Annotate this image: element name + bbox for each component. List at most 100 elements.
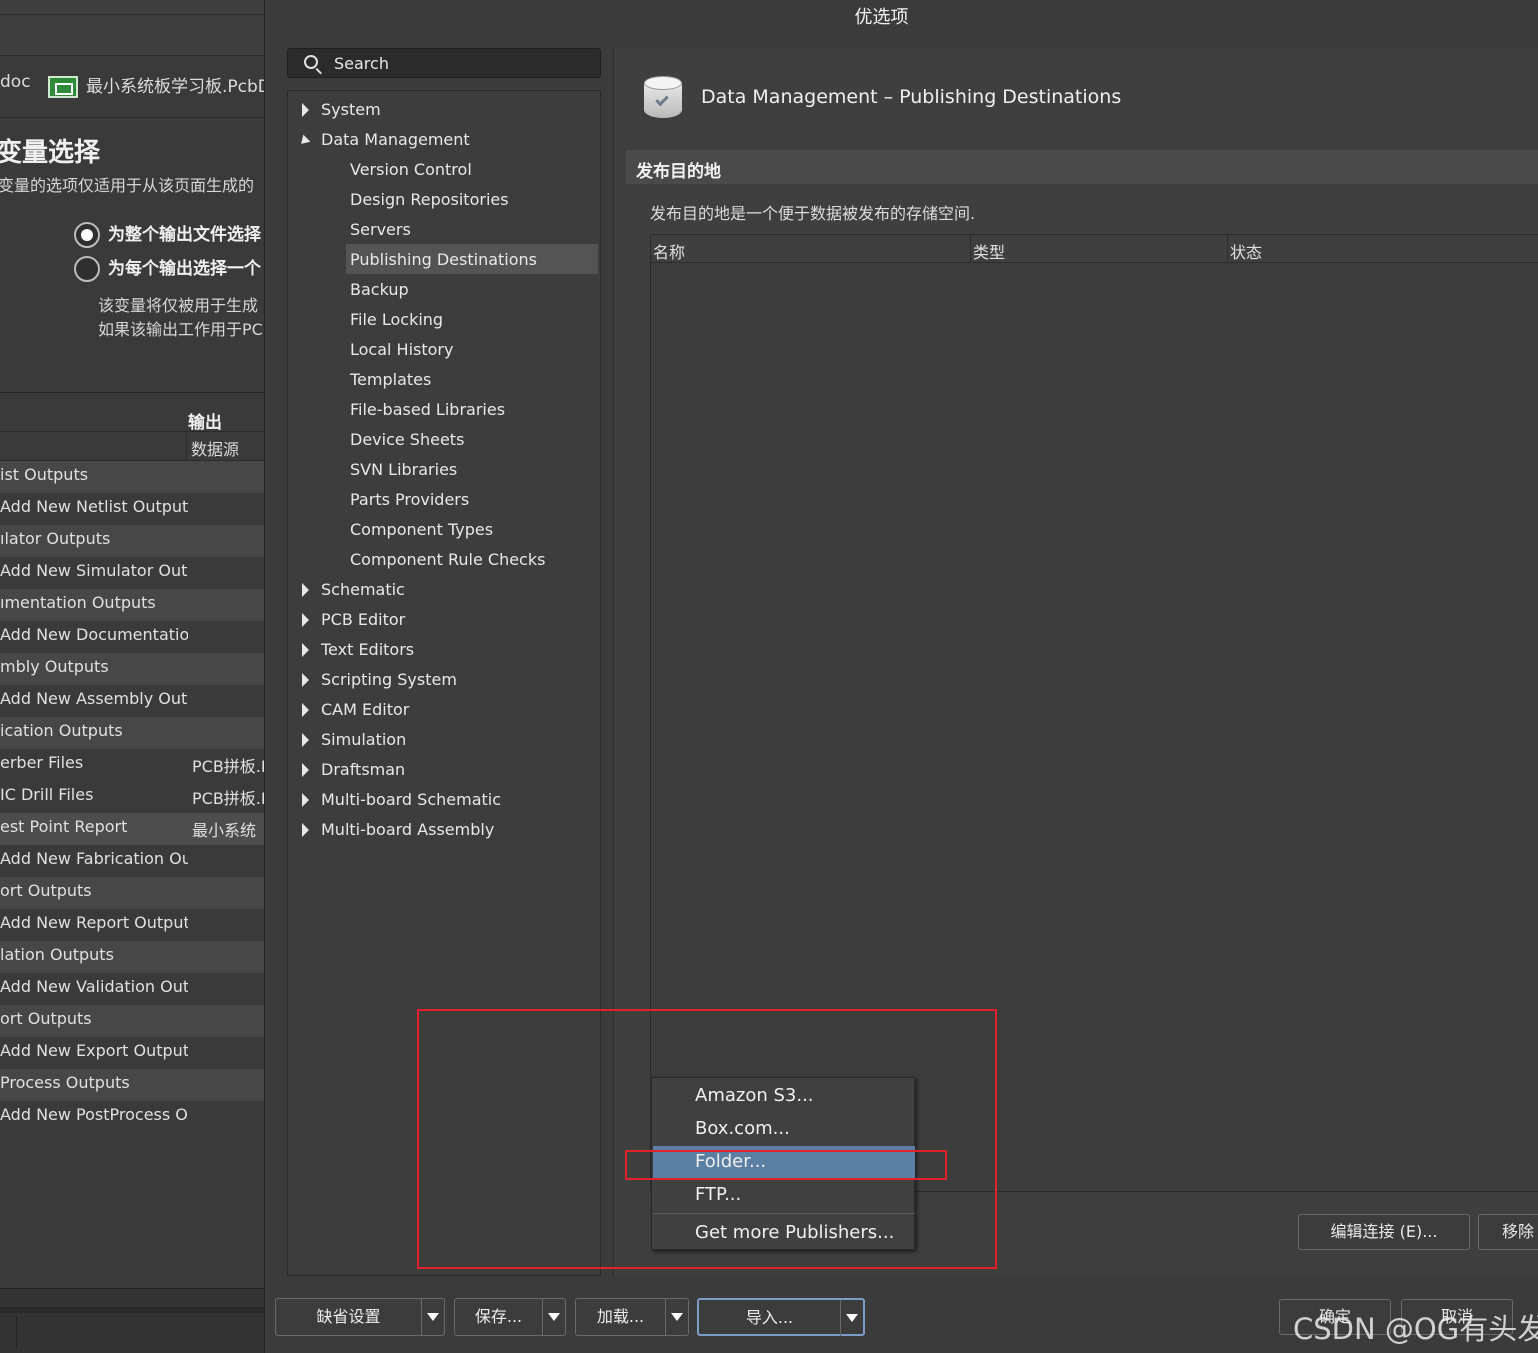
output-row[interactable]: Add New Validation Outp (0, 973, 264, 1005)
output-row[interactable]: ist Outputs (0, 461, 264, 493)
tree-item-templates[interactable]: Templates (346, 364, 598, 394)
annotation-folder-box (625, 1150, 947, 1180)
save-dropdown[interactable] (543, 1299, 565, 1335)
output-row[interactable]: ication Outputs (0, 717, 264, 749)
output-row-label: Add New Simulator Outp (0, 561, 188, 580)
output-row[interactable]: est Point Report 最小系统 (0, 813, 264, 845)
chevron-down-icon (548, 1313, 560, 1321)
load-button[interactable]: 加载... (576, 1299, 666, 1335)
import-button[interactable]: 导入... (699, 1300, 841, 1336)
tree-item-multi-board-schematic[interactable]: Multi-board Schematic (288, 784, 598, 814)
doc-tab-pcb[interactable]: 最小系统板学习板.PcbD (48, 72, 264, 98)
collapse-arrow-icon[interactable] (302, 823, 309, 837)
save-button[interactable]: 保存... (455, 1299, 543, 1335)
tree-item-label: Publishing Destinations (350, 250, 538, 269)
tree-item-design-repositories[interactable]: Design Repositories (346, 184, 598, 214)
load-split-button[interactable]: 加载... (575, 1298, 689, 1336)
output-row[interactable]: ort Outputs (0, 1005, 264, 1037)
tree-item-system[interactable]: System (288, 94, 598, 124)
output-row-label: Add New Fabrication Out (0, 849, 188, 868)
collapse-arrow-icon[interactable] (302, 703, 309, 717)
expand-arrow-icon[interactable] (297, 134, 311, 148)
output-row[interactable]: ımentation Outputs (0, 589, 264, 621)
output-row[interactable]: Add New Simulator Outp (0, 557, 264, 589)
horizontal-scrollbar[interactable] (0, 1307, 264, 1313)
variant-heading: 变量选择 (0, 138, 101, 168)
document-tab-bar: doc 最小系统板学习板.PcbD (0, 56, 264, 118)
search-input[interactable] (334, 52, 594, 74)
tree-item-schematic[interactable]: Schematic (288, 574, 598, 604)
tree-item-svn-libraries[interactable]: SVN Libraries (346, 454, 598, 484)
tree-item-label: Component Types (350, 520, 494, 539)
tree-item-backup[interactable]: Backup (346, 274, 598, 304)
search-box[interactable] (287, 48, 601, 78)
search-icon (304, 55, 318, 69)
edit-connection-button[interactable]: 编辑连接 (E)... (1298, 1214, 1470, 1250)
tree-item-multi-board-assembly[interactable]: Multi-board Assembly (288, 814, 598, 844)
output-row[interactable]: Add New Fabrication Out (0, 845, 264, 877)
import-dropdown[interactable] (841, 1300, 863, 1336)
tree-item-pcb-editor[interactable]: PCB Editor (288, 604, 598, 634)
tree-item-label: Text Editors (321, 640, 415, 659)
tree-item-draftsman[interactable]: Draftsman (288, 754, 598, 784)
output-row-source: PCB拼板.I (192, 757, 265, 776)
tree-item-scripting-system[interactable]: Scripting System (288, 664, 598, 694)
defaults-dropdown[interactable] (422, 1299, 444, 1335)
tree-item-component-rule-checks[interactable]: Component Rule Checks (346, 544, 598, 574)
output-row[interactable]: ort Outputs (0, 877, 264, 909)
output-row[interactable]: Add New Documentation (0, 621, 264, 653)
column-status-header[interactable]: 状态 (1230, 239, 1262, 263)
output-row[interactable]: lation Outputs (0, 941, 264, 973)
load-dropdown[interactable] (666, 1299, 688, 1335)
radio-each-output[interactable]: 为每个输出选择一个 (74, 254, 261, 282)
output-row[interactable]: erber Files PCB拼板.I (0, 749, 265, 781)
remove-button[interactable]: 移除 (1478, 1214, 1538, 1250)
radio-whole-file[interactable]: 为整个输出文件选择 (74, 220, 261, 248)
output-row[interactable]: Add New Export Output] (0, 1037, 264, 1069)
output-row[interactable]: IC Drill Files PCB拼板.I (0, 781, 264, 813)
outputs-list: ist Outputs Add New Netlist Output] ılator… (0, 461, 265, 1133)
collapse-arrow-icon[interactable] (302, 793, 309, 807)
collapse-arrow-icon[interactable] (302, 643, 309, 657)
tree-item-version-control[interactable]: Version Control (346, 154, 598, 184)
tree-item-file-locking[interactable]: File Locking (346, 304, 598, 334)
tree-item-label: Templates (350, 370, 432, 389)
save-split-button[interactable]: 保存... (454, 1298, 566, 1336)
output-row-label: ort Outputs (0, 881, 92, 900)
collapse-arrow-icon[interactable] (302, 613, 309, 627)
defaults-split-button[interactable]: 缺省设置 (275, 1298, 445, 1336)
output-row[interactable]: Add New Report Output] (0, 909, 264, 941)
outputs-subheader: 数据源 (0, 433, 264, 461)
column-name-header[interactable]: 名称 (653, 239, 685, 263)
tree-item-device-sheets[interactable]: Device Sheets (346, 424, 598, 454)
collapse-arrow-icon[interactable] (302, 673, 309, 687)
tree-item-parts-providers[interactable]: Parts Providers (346, 484, 598, 514)
collapse-arrow-icon[interactable] (302, 103, 309, 117)
output-row[interactable]: Process Outputs (0, 1069, 264, 1101)
tree-item-cam-editor[interactable]: CAM Editor (288, 694, 598, 724)
output-row[interactable]: Add New Assembly Outpı (0, 685, 264, 717)
defaults-button[interactable]: 缺省设置 (276, 1299, 422, 1335)
output-row[interactable]: Add New PostProcess Ou (0, 1101, 264, 1133)
tree-item-data-management[interactable]: Data Management (288, 124, 598, 154)
tree-item-file-based-libraries[interactable]: File-based Libraries (346, 394, 598, 424)
doc-tab-partial[interactable]: doc (0, 72, 31, 92)
section-header: 发布目的地 (626, 150, 1538, 184)
output-row[interactable]: Add New Netlist Output] (0, 493, 264, 525)
collapse-arrow-icon[interactable] (302, 733, 309, 747)
output-row[interactable]: mbly Outputs (0, 653, 264, 685)
tree-item-local-history[interactable]: Local History (346, 334, 598, 364)
import-split-button[interactable]: 导入... (697, 1298, 865, 1336)
output-row-label: ılator Outputs (0, 529, 111, 548)
tree-item-servers[interactable]: Servers (346, 214, 598, 244)
tree-item-text-editors[interactable]: Text Editors (288, 634, 598, 664)
tree-item-component-types[interactable]: Component Types (346, 514, 598, 544)
collapse-arrow-icon[interactable] (302, 763, 309, 777)
tree-item-simulation[interactable]: Simulation (288, 724, 598, 754)
output-row[interactable]: ılator Outputs (0, 525, 264, 557)
column-type-header[interactable]: 类型 (973, 239, 1005, 263)
collapse-arrow-icon[interactable] (302, 583, 309, 597)
tree-item-label: Data Management (321, 130, 470, 149)
tree-item-label: Simulation (321, 730, 407, 749)
tree-item-publishing-destinations[interactable]: Publishing Destinations (346, 244, 598, 274)
